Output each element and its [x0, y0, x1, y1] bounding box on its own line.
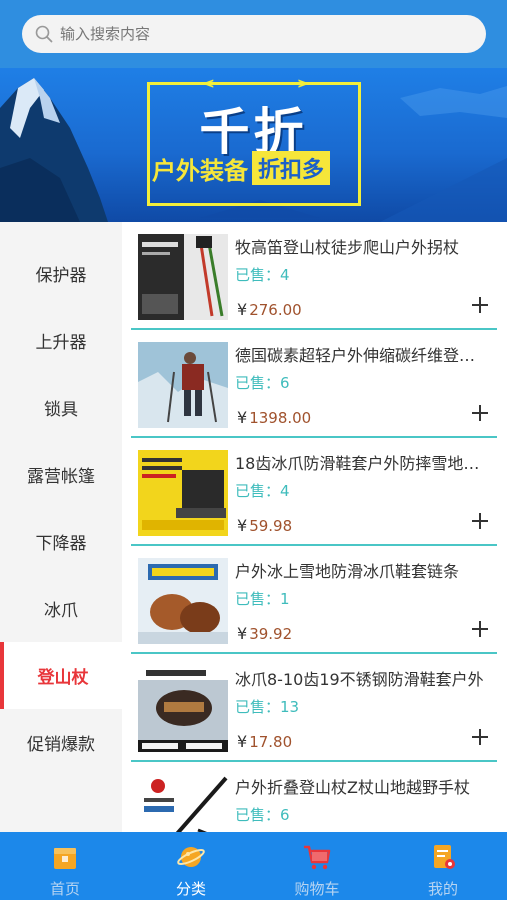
product-image [138, 666, 228, 752]
product-sold-count: 已售：1 [235, 590, 290, 608]
product-image [138, 450, 228, 536]
currency-symbol: ¥ [237, 408, 248, 427]
currency-symbol: ¥ [237, 516, 248, 535]
product-sold-count: 已售：13 [235, 698, 300, 716]
search-input[interactable] [60, 15, 470, 53]
product-list: 牧高笛登山杖徒步爬山户外拐杖 已售：4 ¥276.00 德国碳素超轻户外伸缩碳纤… [131, 222, 497, 832]
bottom-tab-bar: 首页 分类 购物车 我的 [0, 832, 507, 900]
product-price: ¥1398.00 [237, 408, 311, 427]
price-value: 59.98 [249, 517, 293, 535]
category-item[interactable]: 锁具 [0, 374, 122, 441]
banner-subtitle: 户外装备 折扣多 [152, 151, 331, 185]
add-to-cart-plus-icon[interactable] [469, 510, 491, 532]
tab-home[interactable]: 首页 [2, 832, 128, 900]
search-icon [35, 25, 53, 43]
add-to-cart-plus-icon[interactable] [469, 726, 491, 748]
product-price: ¥276.00 [237, 300, 302, 319]
product-name: 牧高笛登山杖徒步爬山户外拐杖 [235, 238, 460, 257]
product-image [138, 342, 228, 428]
product-name: 德国碳素超轻户外伸缩碳纤维登山杖 [235, 346, 487, 365]
tab-label: 首页 [49, 880, 80, 898]
category-icon [177, 847, 205, 867]
promo-banner[interactable]: < > 千折 户外装备 折扣多 [0, 68, 507, 222]
product-image [138, 234, 228, 320]
product-item[interactable]: 冰爪8-10齿19不锈钢防滑鞋套户外 已售：13 ¥17.80 [131, 654, 497, 762]
product-sold-count: 已售：6 [235, 374, 290, 392]
product-name: 18齿冰爪防滑鞋套户外防摔雪地鞋链 [235, 454, 487, 473]
product-name: 户外冰上雪地防滑冰爪鞋套链条 [235, 562, 460, 581]
product-image [138, 774, 228, 832]
category-item[interactable]: 促销爆款 [0, 709, 122, 776]
product-sold-count: 已售：4 [235, 266, 290, 284]
tab-profile[interactable]: 我的 [380, 832, 506, 900]
price-value: 276.00 [249, 301, 302, 319]
currency-symbol: ¥ [237, 624, 248, 643]
product-name: 冰爪8-10齿19不锈钢防滑鞋套户外 [235, 670, 484, 689]
tab-label: 我的 [427, 880, 458, 898]
category-item[interactable]: 冰爪 [0, 575, 122, 642]
profile-icon [434, 845, 455, 869]
category-item[interactable]: 保护器 [0, 240, 122, 307]
category-sidebar: 保护器 上升器 锁具 露营帐篷 下降器 冰爪 登山杖 促销爆款 [0, 222, 122, 832]
product-item[interactable]: 户外冰上雪地防滑冰爪鞋套链条 已售：1 ¥39.92 [131, 546, 497, 654]
product-price: ¥39.92 [237, 624, 292, 643]
product-item[interactable]: 户外折叠登山杖Z杖山地越野手杖 已售：6 [131, 762, 497, 832]
category-item[interactable]: 下降器 [0, 508, 122, 575]
banner-tag: 折扣多 [252, 151, 331, 185]
currency-symbol: ¥ [237, 300, 248, 319]
price-value: 39.92 [249, 625, 293, 643]
product-item[interactable]: 德国碳素超轻户外伸缩碳纤维登山杖 已售：6 ¥1398.00 [131, 330, 497, 438]
banner-subtitle-text: 户外装备 [152, 156, 248, 185]
product-price: ¥17.80 [237, 732, 292, 751]
price-value: 1398.00 [249, 409, 312, 427]
category-item[interactable]: 露营帐篷 [0, 441, 122, 508]
tab-label: 购物车 [294, 880, 340, 898]
product-name: 户外折叠登山杖Z杖山地越野手杖 [235, 778, 470, 797]
currency-symbol: ¥ [237, 732, 248, 751]
chevron-right-icon: > [297, 76, 309, 92]
search-bar[interactable] [22, 15, 486, 53]
header [0, 0, 507, 68]
chevron-left-icon: < [203, 76, 215, 92]
tab-cart[interactable]: 购物车 [254, 832, 380, 900]
product-item[interactable]: 18齿冰爪防滑鞋套户外防摔雪地鞋链 已售：4 ¥59.98 [131, 438, 497, 546]
cart-icon [304, 845, 331, 870]
product-sold-count: 已售：6 [235, 806, 290, 824]
product-image [138, 558, 228, 644]
category-item-active[interactable]: 登山杖 [0, 642, 122, 709]
tab-category[interactable]: 分类 [128, 832, 254, 900]
add-to-cart-plus-icon[interactable] [469, 618, 491, 640]
product-item[interactable]: 牧高笛登山杖徒步爬山户外拐杖 已售：4 ¥276.00 [131, 222, 497, 330]
category-item[interactable]: 上升器 [0, 307, 122, 374]
home-icon [54, 848, 76, 869]
price-value: 17.80 [249, 733, 293, 751]
product-sold-count: 已售：4 [235, 482, 290, 500]
add-to-cart-plus-icon[interactable] [469, 294, 491, 316]
add-to-cart-plus-icon[interactable] [469, 402, 491, 424]
tab-label: 分类 [175, 880, 206, 898]
product-price: ¥59.98 [237, 516, 292, 535]
